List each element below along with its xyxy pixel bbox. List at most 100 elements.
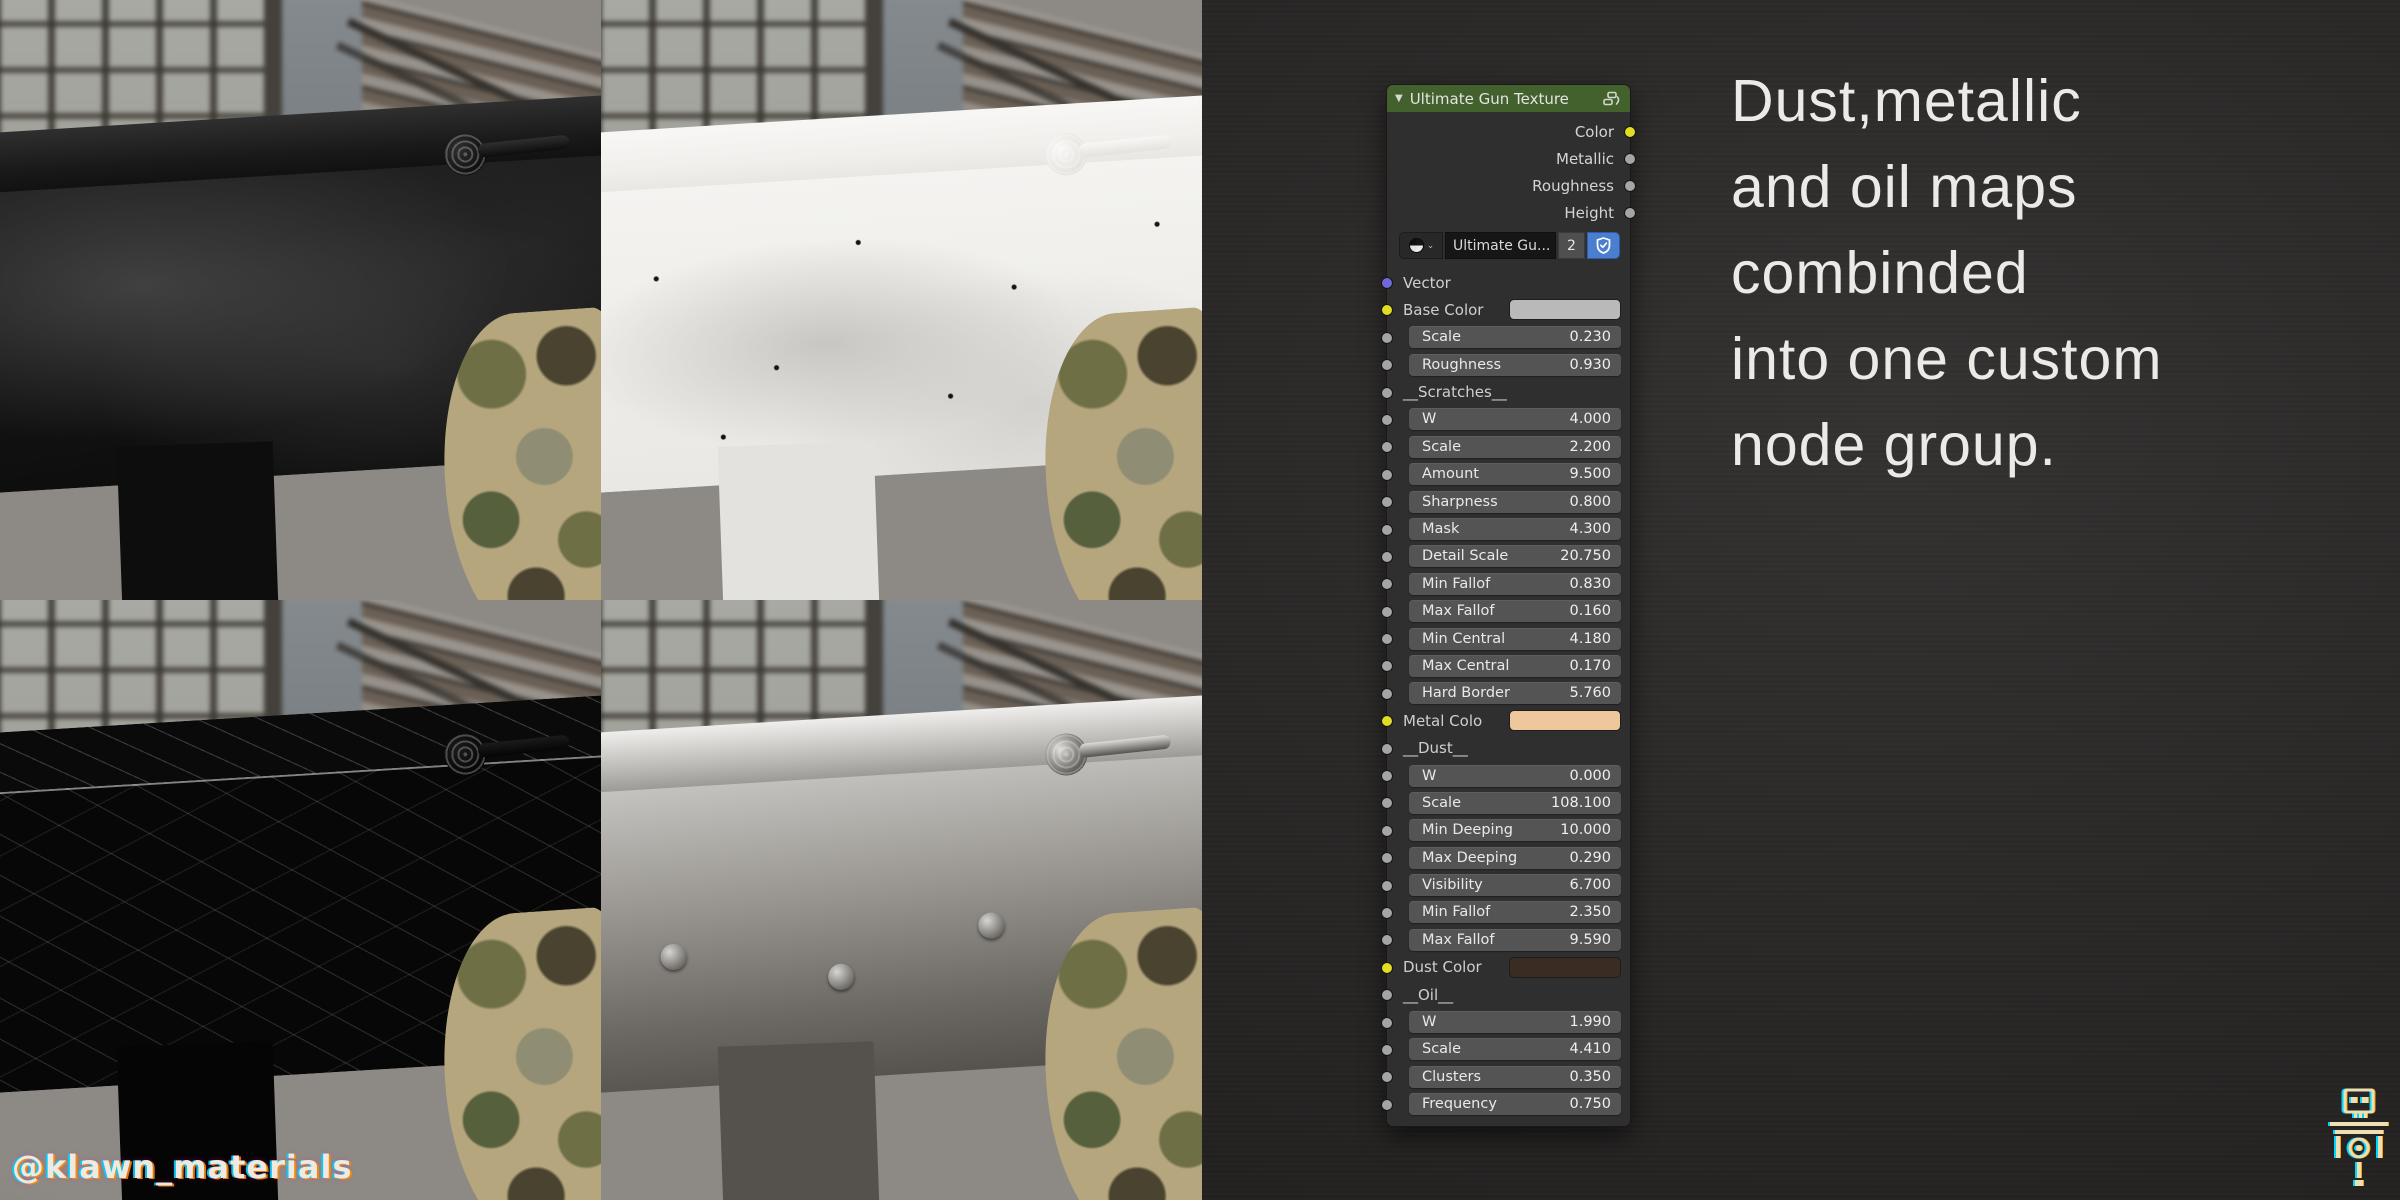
value-slider[interactable]: Max Fallof 0.160 [1409,600,1621,623]
value-slider[interactable]: Mask 4.300 [1409,518,1621,541]
input-label: __Scratches__ [1403,383,1507,402]
value-slider[interactable]: Detail Scale 20.750 [1409,545,1621,568]
node-output-row: Color [1387,118,1636,145]
input-socket-icon[interactable] [1381,633,1393,646]
slider-value: 0.000 [1569,767,1611,784]
slider-value: 2.350 [1569,904,1611,921]
input-socket-icon[interactable] [1381,906,1393,919]
input-socket-icon[interactable] [1381,359,1393,372]
input-socket-icon[interactable] [1381,660,1393,673]
value-slider[interactable]: W 0.000 [1409,764,1621,787]
slider-value: 4.000 [1569,411,1611,428]
output-socket-icon[interactable] [1624,207,1636,219]
input-socket-icon[interactable] [1381,413,1393,426]
input-socket-icon[interactable] [1381,441,1393,454]
value-slider[interactable]: Scale 0.230 [1409,326,1621,349]
node-input-row: Dust Color Dust Color [1381,954,1630,981]
input-socket-icon[interactable] [1381,934,1393,947]
node-input-row: Amount Amount 9.500 [1381,461,1630,488]
value-slider[interactable]: Scale 4.410 [1409,1038,1621,1061]
value-slider[interactable]: Clusters 0.350 [1409,1065,1621,1088]
input-socket-icon[interactable] [1381,468,1393,481]
caption-line: Dust,metallic [1731,68,2082,134]
input-socket-icon[interactable] [1381,1098,1393,1111]
value-slider[interactable]: Amount 9.500 [1409,463,1621,486]
node-input-row: Scale Scale 108.100 [1381,789,1630,816]
node-input-row: Max Fallof Max Fallof 0.160 [1381,598,1630,625]
input-label: __Dust__ [1403,739,1468,758]
value-slider[interactable]: Min Deeping 10.000 [1409,819,1621,842]
slider-label: Visibility [1422,877,1483,894]
caption-line: into one custom [1731,326,2163,392]
input-label: Dust Color [1403,958,1482,977]
input-socket-icon[interactable] [1381,605,1393,618]
fake-user-toggle[interactable] [1587,232,1620,259]
input-socket-icon[interactable] [1381,277,1393,289]
input-socket-icon[interactable] [1381,879,1393,892]
value-slider[interactable]: Max Fallof 9.590 [1409,928,1621,951]
value-slider[interactable]: Max Central 0.170 [1409,654,1621,677]
value-slider[interactable]: Roughness 0.930 [1409,353,1621,376]
input-socket-icon[interactable] [1381,1016,1393,1029]
slider-label: Scale [1422,329,1462,346]
value-slider[interactable]: Hard Border 5.760 [1409,682,1621,705]
collapse-triangle-icon[interactable]: ▼ [1395,93,1403,104]
node-input-row: Min Fallof Min Fallof 2.350 [1381,899,1630,926]
node-input-row: Scale Scale 0.230 [1381,324,1630,351]
node-input-row: W W 4.000 [1381,406,1630,433]
input-socket-icon[interactable] [1381,578,1393,591]
input-socket-icon[interactable] [1381,687,1393,700]
node-input-row: Vector Vector [1381,269,1630,296]
input-socket-icon[interactable] [1381,550,1393,563]
color-swatch[interactable] [1509,956,1621,978]
output-socket-icon[interactable] [1624,126,1636,138]
color-swatch[interactable] [1509,710,1621,732]
value-slider[interactable]: W 1.990 [1409,1011,1621,1034]
node-input-row: Base Color Base Color [1381,296,1630,323]
browse-image-button[interactable]: ⌄ [1399,232,1443,259]
value-slider[interactable]: Scale 108.100 [1409,791,1621,814]
input-socket-icon[interactable] [1381,496,1393,509]
value-slider[interactable]: Scale 2.200 [1409,435,1621,458]
value-slider[interactable]: Sharpness 0.800 [1409,490,1621,513]
value-slider[interactable]: Min Central 4.180 [1409,627,1621,650]
input-socket-icon[interactable] [1381,1043,1393,1056]
image-users-count[interactable]: 2 [1558,232,1585,259]
value-slider[interactable]: Visibility 6.700 [1409,874,1621,897]
color-swatch[interactable] [1509,299,1621,321]
image-name-field[interactable]: Ultimate Gu... [1445,232,1556,259]
caption-line: node group. [1731,412,2057,478]
value-slider[interactable]: Min Fallof 2.350 [1409,901,1621,924]
output-socket-icon[interactable] [1624,153,1636,165]
slider-label: Max Deeping [1422,849,1518,866]
slider-label: Min Fallof [1422,904,1491,921]
preview-oil-map [0,600,601,1200]
input-socket-icon[interactable] [1381,852,1393,865]
output-socket-icon[interactable] [1624,180,1636,192]
value-slider[interactable]: Frequency 0.750 [1409,1093,1621,1116]
slider-value: 0.750 [1569,1096,1611,1113]
node-header[interactable]: ▼ Ultimate Gun Texture [1387,85,1630,112]
slider-label: Detail Scale [1422,548,1509,565]
rivet [660,943,688,971]
slider-value: 0.930 [1569,356,1611,373]
node-input-row: Min Fallof Min Fallof 0.830 [1381,570,1630,597]
input-socket-icon[interactable] [1381,797,1393,810]
input-socket-icon[interactable] [1381,331,1393,344]
value-slider[interactable]: Min Fallof 0.830 [1409,572,1621,595]
input-socket-icon[interactable] [1381,523,1393,536]
input-socket-icon[interactable] [1381,386,1393,399]
input-socket-icon[interactable] [1381,742,1393,755]
input-socket-icon[interactable] [1381,824,1393,837]
slider-value: 0.170 [1569,657,1611,674]
input-socket-icon[interactable] [1381,1071,1393,1084]
node-ultimate-gun-texture[interactable]: ▼ Ultimate Gun Texture Color Metallic Ro… [1381,84,1636,1128]
value-slider[interactable]: Max Deeping 0.290 [1409,846,1621,869]
slider-label: Frequency [1422,1096,1497,1113]
node-input-row: __Oil__ __Oil__ [1381,981,1630,1008]
input-socket-icon[interactable] [1381,961,1393,974]
slider-label: Max Fallof [1422,931,1495,948]
slider-value: 4.180 [1569,630,1611,647]
value-slider[interactable]: W 4.000 [1409,408,1621,431]
input-socket-icon[interactable] [1381,770,1393,783]
